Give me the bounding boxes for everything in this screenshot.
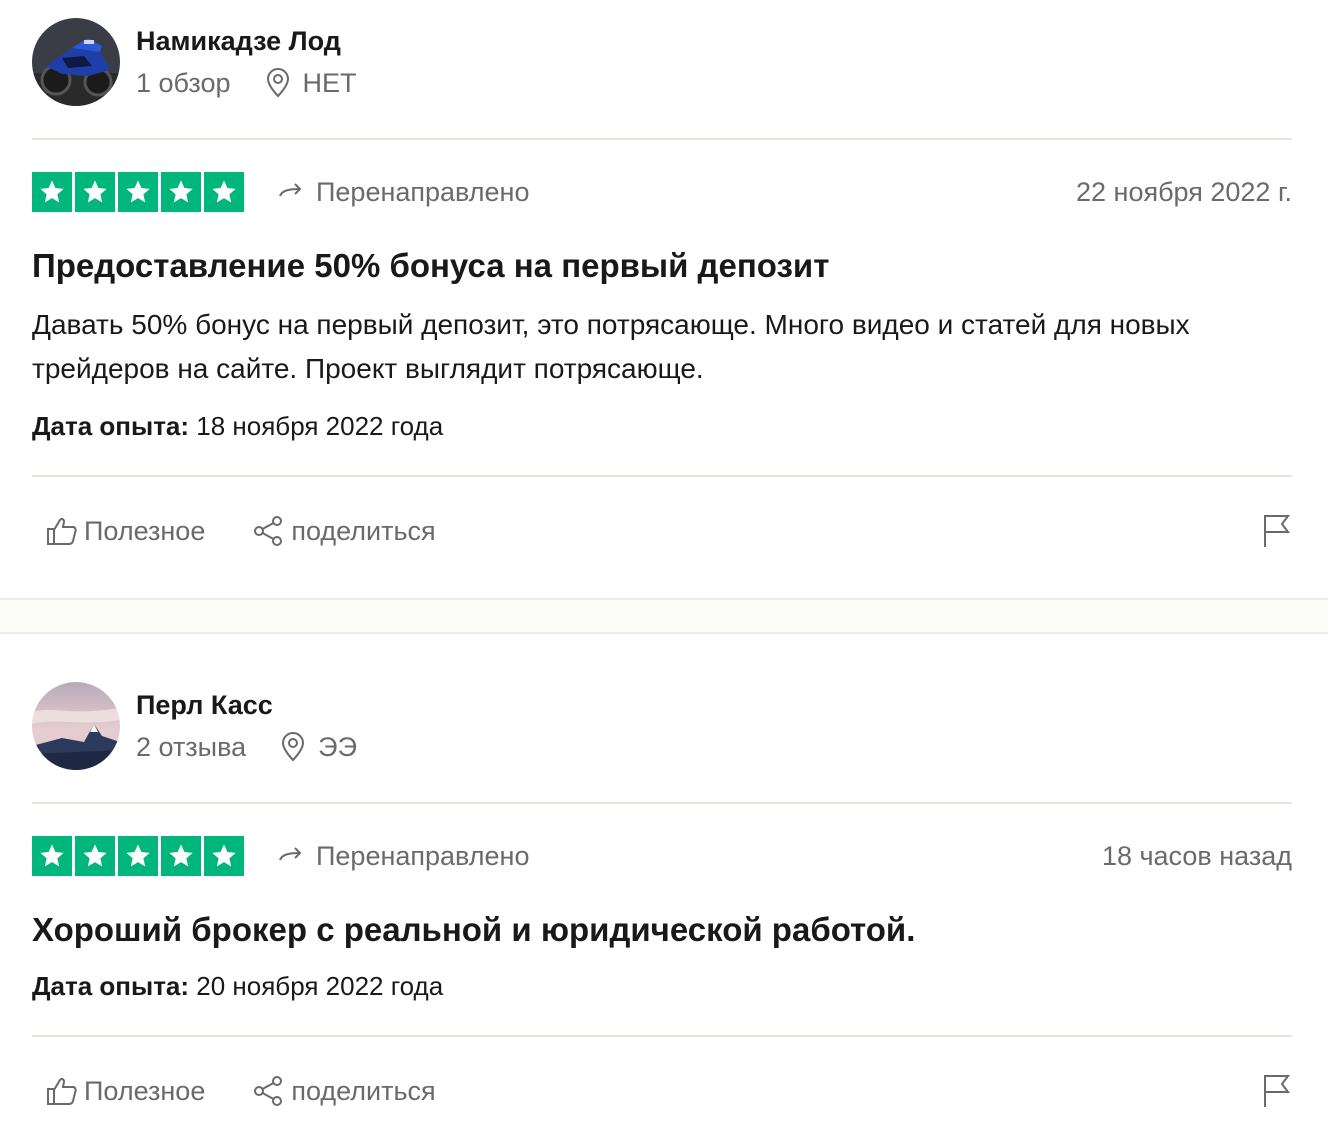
share-icon [254,1076,283,1106]
star-icon [32,836,72,876]
reviewer-location: НЕТ [302,68,357,98]
redirected-status[interactable]: Перенаправлено [278,177,529,208]
star-icon [118,172,158,212]
rating-row: Перенаправлено 18 часов назад [32,835,1292,877]
experience-value: 18 ноября 2022 года [189,411,444,441]
review-title[interactable]: Хороший брокер с реальной и юридической … [32,909,915,951]
location-pin-icon [282,732,305,762]
star-rating [32,172,244,212]
review-actions: Полезное поделиться [32,1069,1292,1113]
review-separator [0,598,1328,634]
review-actions: Полезное поделиться [32,509,1292,553]
star-icon [32,172,72,212]
divider [32,138,1292,140]
star-icon [75,172,115,212]
rating-row: Перенаправлено 22 ноября 2022 г. [32,171,1292,213]
share-icon [254,516,283,546]
redirected-label: Перенаправлено [316,840,530,871]
helpful-button[interactable]: Полезное [46,1076,205,1107]
experience-value: 20 ноября 2022 года [189,971,444,1001]
review-title[interactable]: Предоставление 50% бонуса на первый депо… [32,245,829,287]
helpful-label: Полезное [84,1075,206,1106]
star-icon [161,836,201,876]
redirect-arrow-icon [279,183,302,197]
divider [32,802,1292,804]
share-button[interactable]: поделиться [253,515,436,547]
redirected-status[interactable]: Перенаправлено [278,841,529,872]
experience-date: Дата опыта: 18 ноября 2022 года [32,409,443,443]
review-date: 18 часов назад [1101,840,1292,871]
reviewer-info: Перл Касс 2 отзыва ЭЭ [32,682,357,770]
location-pin-icon [266,68,289,98]
experience-date: Дата опыта: 20 ноября 2022 года [32,969,443,1003]
reviewer-location: ЭЭ [318,732,357,762]
share-label: поделиться [291,1075,436,1106]
divider [32,475,1292,477]
star-rating [32,836,244,876]
redirect-arrow-icon [279,847,302,861]
redirected-label: Перенаправлено [316,176,530,207]
star-icon [161,172,201,212]
review-body: Давать 50% бонус на первый депозит, это … [32,309,1190,384]
reviewer-name[interactable]: Перл Касс [136,687,357,723]
divider [32,1035,1292,1037]
flag-icon[interactable] [1262,1073,1292,1109]
reviews-count: 2 отзыва [136,732,247,762]
share-label: поделиться [291,515,436,546]
star-icon [204,836,244,876]
star-icon [118,836,158,876]
avatar[interactable] [32,682,120,770]
helpful-label: Полезное [84,515,206,546]
thumbs-up-icon [47,517,77,545]
flag-icon[interactable] [1262,513,1292,549]
star-icon [204,172,244,212]
reviewer-name[interactable]: Намикадзе Лод [136,23,357,59]
avatar[interactable] [32,18,120,106]
share-button[interactable]: поделиться [253,1075,436,1107]
experience-label: Дата опыта: [32,971,190,1001]
reviews-count: 1 обзор [136,68,231,98]
review-date: 22 ноября 2022 г. [1076,176,1292,207]
helpful-button[interactable]: Полезное [46,516,205,547]
star-icon [75,836,115,876]
review-card: Намикадзе Лод 1 обзор НЕТ Перенаправлено… [0,0,1328,598]
motorcycle-avatar-image [32,18,120,106]
reviewer-info: Намикадзе Лод 1 обзор НЕТ [32,18,357,106]
review-card: Перл Касс 2 отзыва ЭЭ Перенаправлено 18 … [0,634,1328,1126]
experience-label: Дата опыта: [32,411,190,441]
mountain-avatar-image [32,682,120,770]
thumbs-up-icon [47,1077,77,1105]
